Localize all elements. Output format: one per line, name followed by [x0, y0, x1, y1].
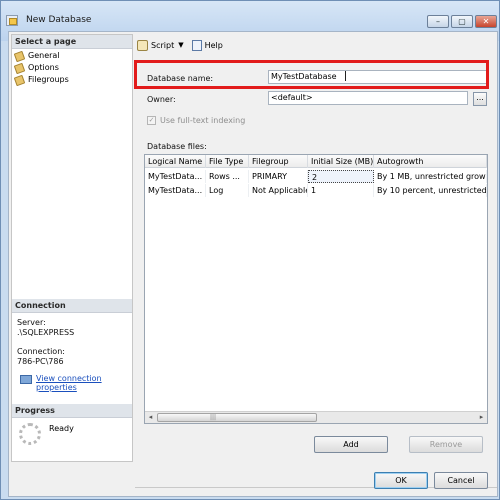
grid-header: Logical Name File Type Filegroup Initial… — [145, 155, 487, 168]
add-button[interactable]: Add — [314, 436, 388, 453]
database-icon — [6, 15, 18, 26]
table-row[interactable]: MyTestData... Log Not Applicable 1 By 10… — [145, 184, 487, 197]
wrench-icon — [13, 74, 26, 86]
cancel-button[interactable]: Cancel — [434, 472, 488, 489]
view-connection-properties-link[interactable]: View connection properties — [36, 374, 132, 392]
progress-status: Ready — [49, 424, 74, 433]
page-item-label: Options — [28, 63, 59, 72]
text-cursor-icon — [345, 71, 346, 81]
scroll-right-icon[interactable]: ▸ — [476, 412, 487, 423]
connection-value: 786-PC\786 — [17, 357, 64, 366]
cell-file-type[interactable]: Rows ... — [206, 170, 249, 183]
minimize-button[interactable]: – — [427, 15, 449, 28]
cell-autogrowth[interactable]: By 1 MB, unrestricted growth — [374, 170, 487, 183]
cell-initial-size[interactable]: 1 — [308, 184, 374, 197]
script-icon — [137, 39, 148, 51]
progress-spinner-icon — [19, 423, 41, 445]
server-value: .\SQLEXPRESS — [17, 328, 75, 337]
fulltext-checkbox[interactable]: ✓ — [147, 116, 156, 125]
chevron-down-icon[interactable]: ▼ — [178, 41, 183, 49]
owner-input[interactable]: <default> — [268, 91, 468, 105]
page-item-filegroups[interactable]: Filegroups — [13, 74, 69, 86]
horizontal-scrollbar[interactable]: ◂ ||| ▸ — [145, 411, 487, 423]
database-files-grid: Logical Name File Type Filegroup Initial… — [144, 154, 488, 424]
new-database-window: New Database – ▢ ✕ Select a page General… — [0, 0, 500, 500]
scrollbar-thumb[interactable] — [157, 413, 317, 422]
owner-browse-button[interactable]: ... — [473, 92, 487, 106]
cell-autogrowth[interactable]: By 10 percent, unrestricted growth — [374, 184, 487, 197]
column-header-filegroup[interactable]: Filegroup — [249, 155, 308, 168]
scroll-left-icon[interactable]: ◂ — [145, 412, 156, 423]
scrollbar-grip-icon: ||| — [210, 414, 217, 421]
connection-properties-icon — [20, 375, 32, 384]
connection-label: Connection: — [17, 347, 65, 356]
page-item-options[interactable]: Options — [13, 62, 59, 74]
close-button[interactable]: ✕ — [475, 15, 497, 28]
help-icon — [191, 39, 202, 51]
page-item-label: Filegroups — [28, 75, 69, 84]
progress-header: Progress — [12, 404, 132, 418]
cell-logical-name[interactable]: MyTestData... — [145, 184, 206, 197]
toolbar: Script ▼ Help — [137, 38, 223, 52]
remove-button[interactable]: Remove — [409, 436, 483, 453]
database-files-label: Database files: — [147, 142, 207, 151]
wrench-icon — [13, 62, 26, 74]
page-item-label: General — [28, 51, 60, 60]
cell-filegroup[interactable]: PRIMARY — [249, 170, 308, 183]
ok-button[interactable]: OK — [374, 472, 428, 489]
fulltext-label: Use full-text indexing — [160, 116, 246, 125]
select-page-header: Select a page — [12, 35, 132, 49]
column-header-logical-name[interactable]: Logical Name — [145, 155, 206, 168]
connection-header: Connection — [12, 299, 132, 313]
maximize-button[interactable]: ▢ — [451, 15, 473, 28]
server-label: Server: — [17, 318, 46, 327]
owner-label: Owner: — [147, 95, 176, 104]
left-pane: Select a page General Options Filegroups… — [11, 34, 133, 462]
column-header-autogrowth[interactable]: Autogrowth — [374, 155, 487, 168]
cell-initial-size[interactable]: 2 — [308, 170, 374, 183]
database-name-label: Database name: — [147, 74, 214, 83]
script-button[interactable]: Script — [151, 41, 174, 50]
column-header-initial-size[interactable]: Initial Size (MB) — [308, 155, 374, 168]
table-row[interactable]: MyTestData... Rows ... PRIMARY 2 By 1 MB… — [145, 170, 487, 183]
help-button[interactable]: Help — [205, 41, 223, 50]
dialog-client: Select a page General Options Filegroups… — [8, 31, 498, 497]
cell-file-type[interactable]: Log — [206, 184, 249, 197]
page-item-general[interactable]: General — [13, 50, 60, 62]
cell-logical-name[interactable]: MyTestData... — [145, 170, 206, 183]
database-name-input[interactable]: MyTestDatabase — [268, 70, 488, 84]
cell-filegroup[interactable]: Not Applicable — [249, 184, 308, 197]
window-title: New Database — [26, 15, 92, 25]
column-header-file-type[interactable]: File Type — [206, 155, 249, 168]
wrench-icon — [13, 50, 26, 62]
